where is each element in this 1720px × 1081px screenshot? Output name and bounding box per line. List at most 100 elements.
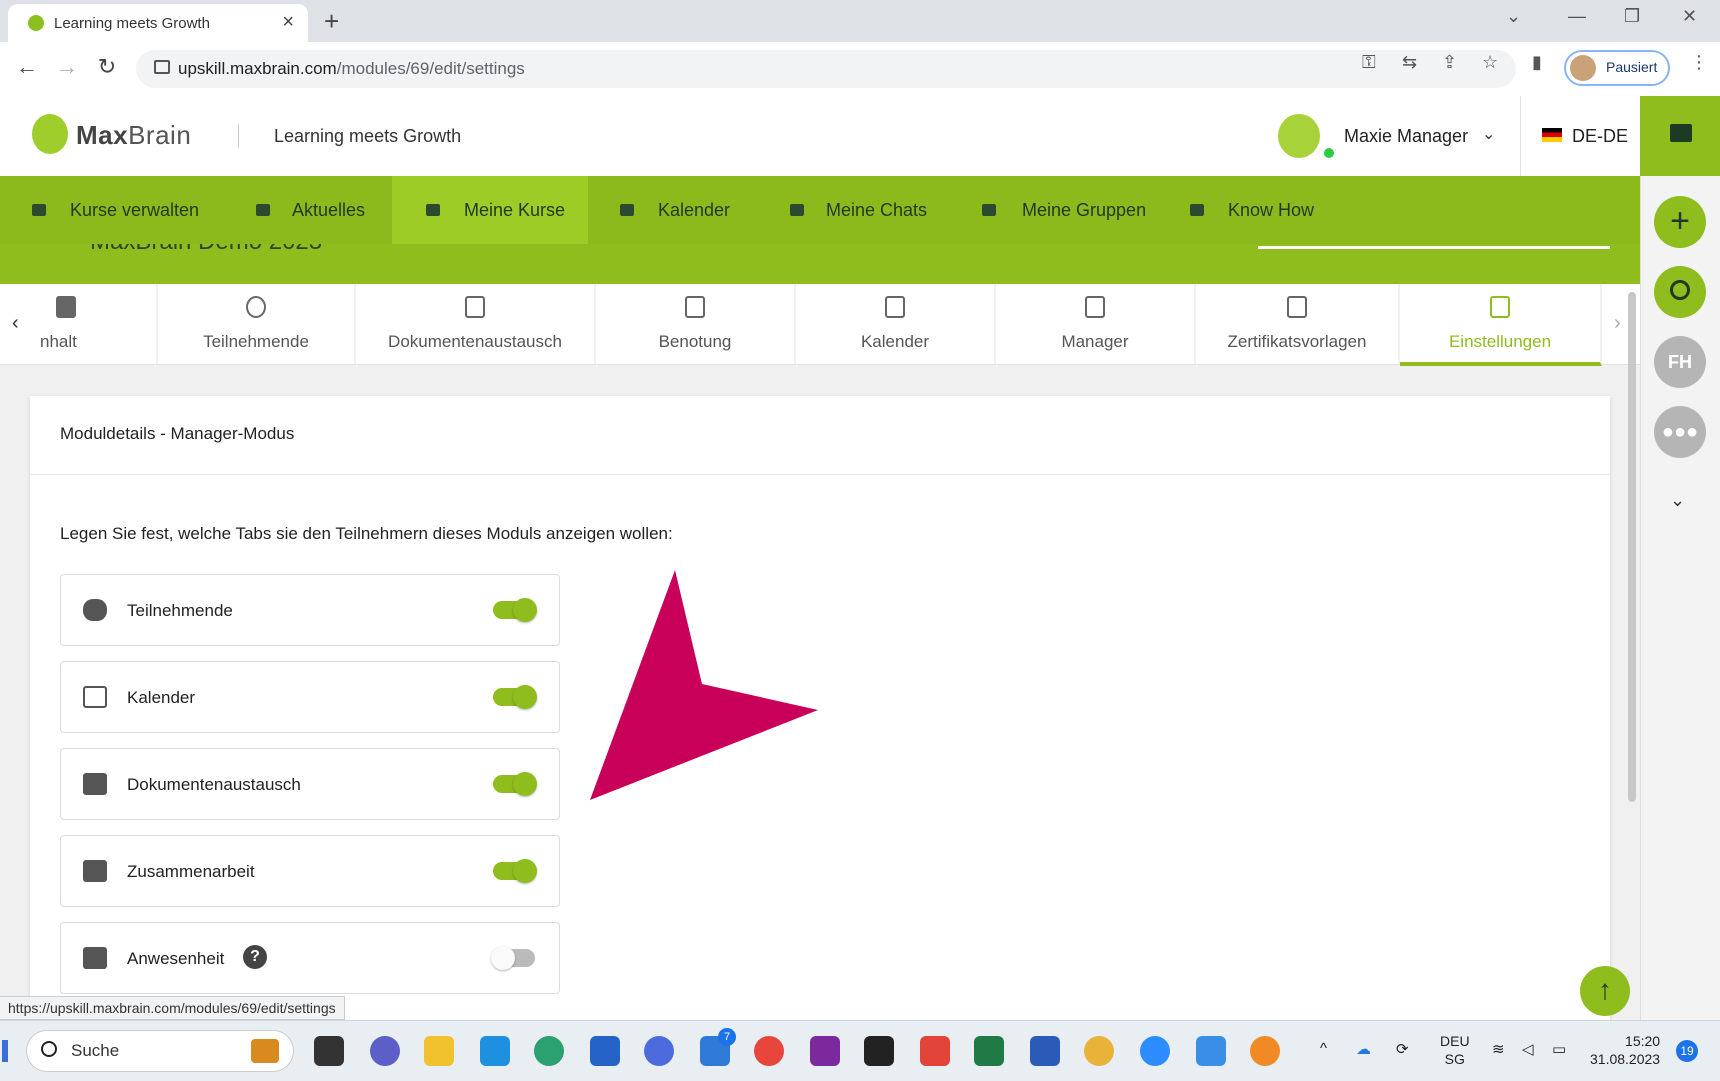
address-bar[interactable]: upskill.maxbrain.com/modules/69/edit/set… (136, 50, 1516, 88)
task-view-icon[interactable] (314, 1036, 344, 1066)
add-button[interactable]: + (1654, 196, 1706, 248)
close-tab-icon[interactable]: × (282, 11, 294, 34)
user-name[interactable]: Maxie Manager (1344, 126, 1468, 147)
toggle-switch[interactable] (493, 685, 537, 709)
folder-icon (56, 296, 76, 318)
clock[interactable]: 15:20 31.08.2023 (1590, 1032, 1660, 1068)
volume-icon[interactable]: ◁ (1522, 1040, 1534, 1058)
tab-benotung[interactable]: Benotung (596, 284, 796, 364)
window-close-icon[interactable]: ✕ (1682, 6, 1697, 27)
todoist-icon[interactable] (920, 1036, 950, 1066)
start-icon[interactable] (2, 1040, 8, 1062)
search-button[interactable] (1654, 266, 1706, 318)
nav-know-how[interactable]: Know How (1158, 176, 1338, 244)
tray-overflow-icon[interactable]: ^ (1320, 1040, 1327, 1057)
browser-tab[interactable]: Learning meets Growth × (8, 4, 308, 42)
certificate-settings-icon (1287, 296, 1307, 318)
help-icon[interactable]: ? (243, 945, 267, 969)
l-app-icon[interactable] (480, 1036, 510, 1066)
tabs-scroll-right-icon[interactable]: › (1614, 312, 1621, 335)
browser-menu-icon[interactable]: ⋮ (1690, 52, 1708, 73)
toggle-switch[interactable] (491, 946, 535, 970)
new-tab-button[interactable]: + (324, 6, 339, 37)
vpn-icon[interactable] (1250, 1036, 1280, 1066)
tab-dokumentenaustausch[interactable]: Dokumentenaustausch (356, 284, 596, 364)
figma-icon[interactable] (864, 1036, 894, 1066)
notification-center-badge[interactable]: 19 (1676, 1040, 1698, 1062)
tab-teilnehmende[interactable]: Teilnehmende (158, 284, 356, 364)
tab-manager[interactable]: Manager (996, 284, 1196, 364)
input-language[interactable]: DEU SG (1440, 1032, 1470, 1068)
file-explorer-icon[interactable] (424, 1036, 454, 1066)
reload-icon[interactable]: ↻ (92, 54, 122, 80)
nav-kalender[interactable]: Kalender (588, 176, 758, 244)
folder-user-icon (83, 860, 107, 882)
book-icon (1190, 204, 1204, 216)
calendar-icon (83, 686, 107, 708)
edge-icon[interactable] (534, 1036, 564, 1066)
word-icon[interactable] (1030, 1036, 1060, 1066)
toggle-switch[interactable] (493, 598, 537, 622)
minimize-icon[interactable]: — (1568, 6, 1586, 27)
document-exchange-icon (83, 773, 107, 795)
chrome-icon[interactable] (754, 1036, 784, 1066)
bookmark-star-icon[interactable]: ☆ (1482, 52, 1498, 73)
user-menu-chevron-icon[interactable]: ⌄ (1482, 124, 1495, 144)
toggle-switch[interactable] (493, 772, 537, 796)
search-icon (1670, 280, 1690, 300)
tab-search-chevron-icon[interactable]: ⌄ (1506, 6, 1521, 27)
brain-logo-icon (32, 114, 68, 154)
toggle-row-teilnehmende: Teilnehmende (60, 574, 560, 646)
teams-chat-icon[interactable] (370, 1036, 400, 1066)
rail-expand-chevron-icon[interactable]: ⌄ (1670, 490, 1685, 511)
sync-icon[interactable]: ⟳ (1396, 1040, 1409, 1058)
translate-icon[interactable]: ⇆ (1402, 52, 1417, 73)
toggle-row-anwesenheit: Anwesenheit ? (60, 922, 560, 994)
nav-meine-gruppen[interactable]: Meine Gruppen (950, 176, 1158, 244)
toggle-row-zusammenarbeit: Zusammenarbeit (60, 835, 560, 907)
taskbar-search[interactable]: Suche (26, 1030, 294, 1072)
profile-button[interactable]: Pausiert (1564, 50, 1670, 86)
onedrive-icon[interactable]: ☁ (1356, 1040, 1371, 1058)
tab-inhalt[interactable]: nhalt (36, 284, 158, 364)
zoom-icon[interactable] (1140, 1036, 1170, 1066)
logo[interactable]: MaxBrain (76, 120, 191, 151)
battery-icon[interactable]: ▭ (1552, 1040, 1566, 1058)
user-avatar[interactable] (1278, 114, 1320, 158)
wifi-icon[interactable]: ≋ (1492, 1040, 1505, 1058)
nav-aktuelles[interactable]: Aktuelles (222, 176, 392, 244)
nav-meine-kurse[interactable]: Meine Kurse (392, 176, 588, 244)
tabs-scroll-left-icon[interactable]: ‹ (12, 312, 19, 335)
folder-user-icon (32, 204, 46, 216)
card-description: Legen Sie fest, welche Tabs sie den Teil… (60, 524, 673, 543)
slack-icon[interactable] (1084, 1036, 1114, 1066)
toggle-switch[interactable] (493, 859, 537, 883)
side-panel-icon[interactable]: ▮ (1532, 52, 1542, 73)
excel-icon[interactable] (974, 1036, 1004, 1066)
affinity-icon[interactable] (644, 1036, 674, 1066)
tab-einstellungen[interactable]: Einstellungen (1400, 284, 1602, 366)
nav-kurse-verwalten[interactable]: Kurse verwalten (0, 176, 222, 244)
tab-zertifikatsvorlagen[interactable]: Zertifikatsvorlagen (1196, 284, 1400, 364)
onenote-icon[interactable] (810, 1036, 840, 1066)
share-icon[interactable]: ⇪ (1442, 52, 1457, 73)
people-icon (83, 599, 107, 621)
forward-icon[interactable]: → (52, 54, 82, 80)
tab-kalender[interactable]: Kalender (796, 284, 996, 364)
german-flag-icon (1542, 128, 1562, 142)
key-icon[interactable]: ⚿ (1362, 52, 1376, 73)
chat-icon (790, 204, 804, 216)
store-icon[interactable] (590, 1036, 620, 1066)
back-icon[interactable]: ← (12, 54, 42, 80)
scroll-to-top-button[interactable]: ↑ (1580, 966, 1630, 1016)
page-scrollbar[interactable] (1628, 292, 1636, 802)
news-icon (256, 204, 270, 216)
language-selector[interactable]: DE-DE (1572, 126, 1628, 147)
user-initials-avatar[interactable]: FH (1654, 336, 1706, 388)
nav-meine-chats[interactable]: Meine Chats (758, 176, 950, 244)
chat-button[interactable] (1640, 96, 1720, 176)
group-button[interactable]: ●●● (1654, 406, 1706, 458)
graduation-cap-icon (426, 204, 440, 216)
notepad-icon[interactable] (1196, 1036, 1226, 1066)
restore-icon[interactable]: ❐ (1624, 6, 1640, 27)
